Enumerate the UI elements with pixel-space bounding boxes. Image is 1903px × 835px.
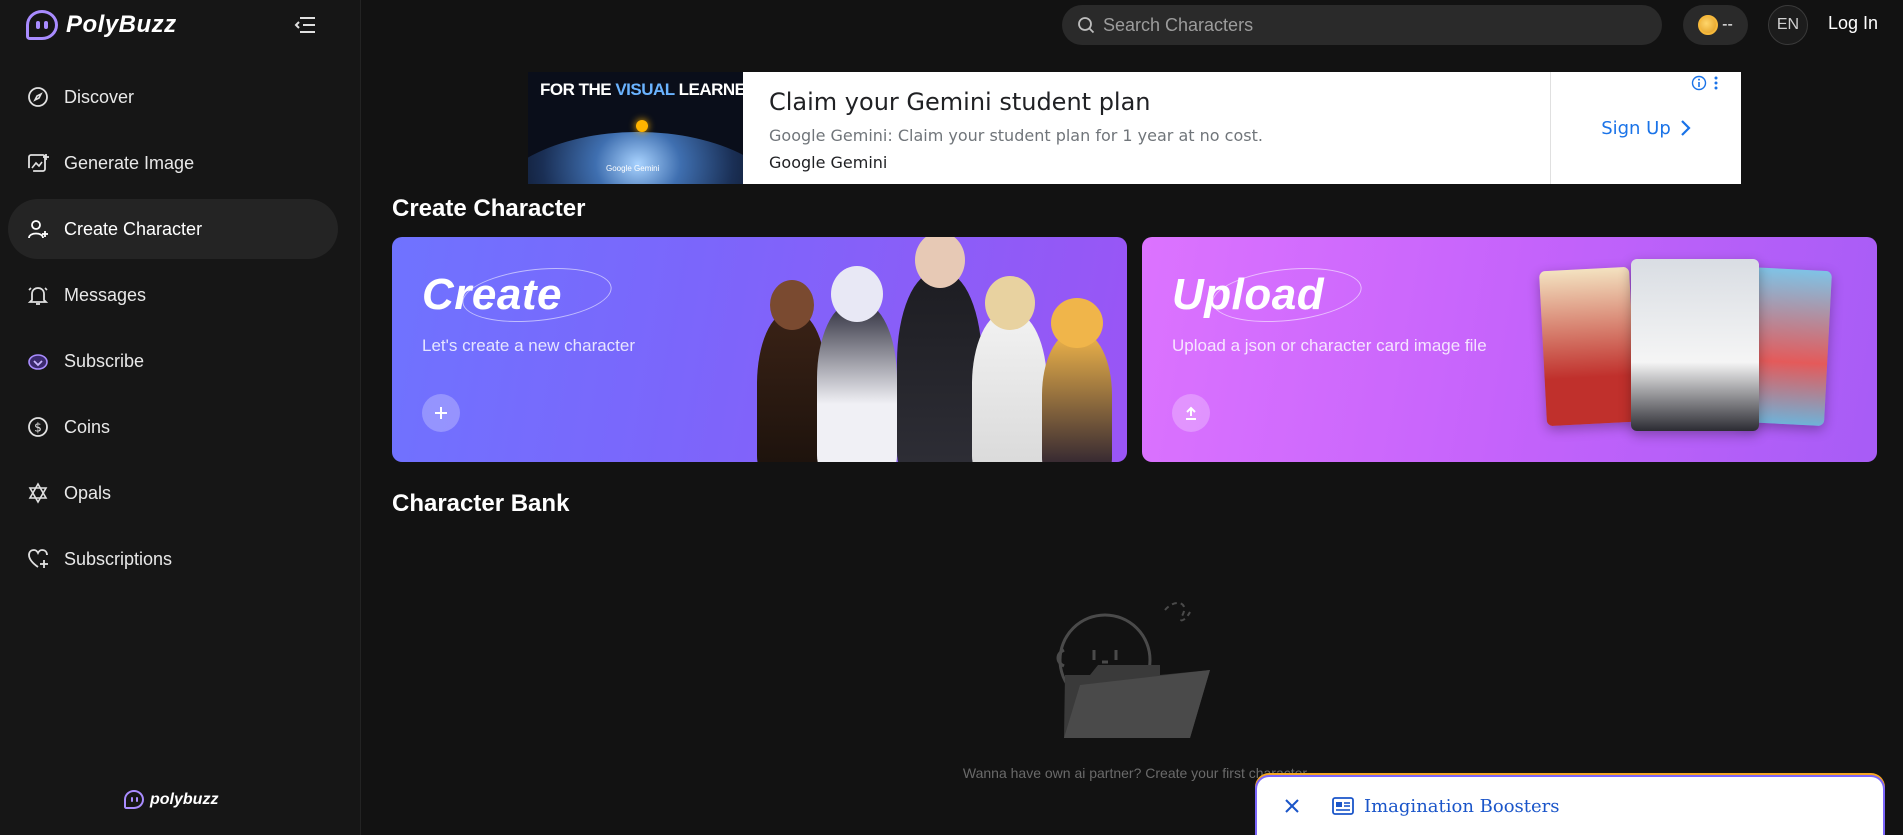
create-character-heading: Create Character: [392, 195, 586, 222]
search-bar[interactable]: [1062, 5, 1662, 45]
app-logo[interactable]: PolyBuzz: [26, 9, 177, 41]
coin-balance[interactable]: --: [1683, 5, 1748, 45]
dollar-coin-icon: $: [26, 415, 50, 439]
empty-folder-illustration: [1050, 590, 1220, 740]
sidebar-item-label: Generate Image: [64, 152, 195, 173]
create-card[interactable]: Create Let's create a new character: [392, 237, 1127, 462]
sun-icon: [636, 120, 648, 132]
sidebar-item-coins[interactable]: $ Coins: [8, 397, 338, 457]
footer-logo: polybuzz: [124, 790, 218, 809]
sidebar-item-subscribe[interactable]: Subscribe: [8, 331, 338, 391]
compass-icon: [26, 85, 50, 109]
sidebar-item-label: Subscribe: [64, 350, 145, 371]
ad-image-headline: FOR THE VISUAL LEARNER: [540, 80, 743, 99]
banner-close-button[interactable]: [1272, 786, 1312, 826]
sidebar-item-label: Opals: [64, 482, 112, 503]
sidebar-item-create-character[interactable]: Create Character: [8, 199, 338, 259]
login-button[interactable]: Log In: [1828, 13, 1878, 34]
search-icon: [1078, 17, 1095, 34]
sidebar-item-label: Coins: [64, 416, 111, 437]
close-icon: [1285, 799, 1299, 813]
ad-text[interactable]: Claim your Gemini student plan Google Ge…: [743, 72, 1550, 184]
ad-banner[interactable]: FOR THE VISUAL LEARNER Google Gemini Cla…: [528, 72, 1741, 184]
collapse-menu-icon: [294, 17, 315, 33]
ad-advertiser: Google Gemini: [769, 153, 888, 172]
ad-info[interactable]: [1691, 75, 1719, 91]
language-selector[interactable]: EN: [1768, 5, 1808, 45]
character-group-illustration: [747, 237, 1127, 462]
upload-button[interactable]: [1172, 394, 1210, 432]
sidebar-item-label: Create Character: [64, 218, 203, 239]
svg-text:$: $: [34, 421, 42, 435]
footer-app-name: polybuzz: [150, 790, 219, 808]
upload-icon: [1186, 406, 1196, 420]
info-icon[interactable]: [1691, 75, 1707, 91]
upload-card[interactable]: Upload Upload a json or character card i…: [1142, 237, 1877, 462]
ad-image[interactable]: FOR THE VISUAL LEARNER Google Gemini: [528, 72, 743, 184]
imagination-boosters-banner[interactable]: Imagination Boosters: [1255, 775, 1885, 835]
bell-icon: [26, 283, 50, 307]
character-cards-illustration: [1539, 259, 1853, 439]
search-input[interactable]: [1103, 14, 1643, 36]
banner-label[interactable]: Imagination Boosters: [1364, 796, 1560, 817]
sidebar: PolyBuzz Discover Generate Image Create …: [0, 0, 361, 835]
heart-plus-icon: [26, 547, 50, 571]
sidebar-item-generate-image[interactable]: Generate Image: [8, 133, 338, 193]
earth-illustration: [528, 132, 743, 184]
create-card-subtitle: Let's create a new character: [422, 336, 636, 355]
upload-card-subtitle: Upload a json or character card image fi…: [1172, 336, 1487, 355]
user-plus-icon: [26, 217, 50, 241]
create-add-button[interactable]: [422, 394, 460, 432]
sidebar-nav: Discover Generate Image Create Character…: [8, 67, 338, 595]
app-name: PolyBuzz: [66, 11, 177, 38]
plus-icon: [435, 407, 447, 419]
ad-description: Google Gemini: Claim your student plan f…: [769, 126, 1263, 145]
sidebar-item-label: Discover: [64, 86, 135, 107]
logo-icon: [124, 790, 144, 809]
ad-image-brand: Google Gemini: [606, 164, 660, 173]
more-options-icon[interactable]: [1713, 75, 1719, 91]
chevron-right-icon: [1681, 120, 1691, 136]
coin-value: --: [1722, 16, 1733, 33]
collapse-sidebar-button[interactable]: [293, 14, 317, 36]
sidebar-item-label: Subscriptions: [64, 548, 173, 569]
sidebar-item-subscriptions[interactable]: Subscriptions: [8, 529, 338, 589]
crown-icon: [26, 349, 50, 373]
create-card-title: Create: [422, 270, 562, 319]
upload-card-title: Upload: [1172, 270, 1325, 319]
ad-title[interactable]: Claim your Gemini student plan: [769, 88, 1550, 116]
image-plus-icon: [26, 151, 50, 175]
star-of-david-icon: [26, 481, 50, 505]
sidebar-item-discover[interactable]: Discover: [8, 67, 338, 127]
ad-cta-label: Sign Up: [1601, 117, 1671, 139]
sidebar-item-messages[interactable]: Messages: [8, 265, 338, 325]
newspaper-icon: [1332, 797, 1354, 815]
logo-icon: [26, 10, 58, 40]
sidebar-item-opals[interactable]: Opals: [8, 463, 338, 523]
character-bank-heading: Character Bank: [392, 490, 570, 517]
coin-icon: [1698, 15, 1719, 35]
sidebar-item-label: Messages: [64, 284, 147, 305]
